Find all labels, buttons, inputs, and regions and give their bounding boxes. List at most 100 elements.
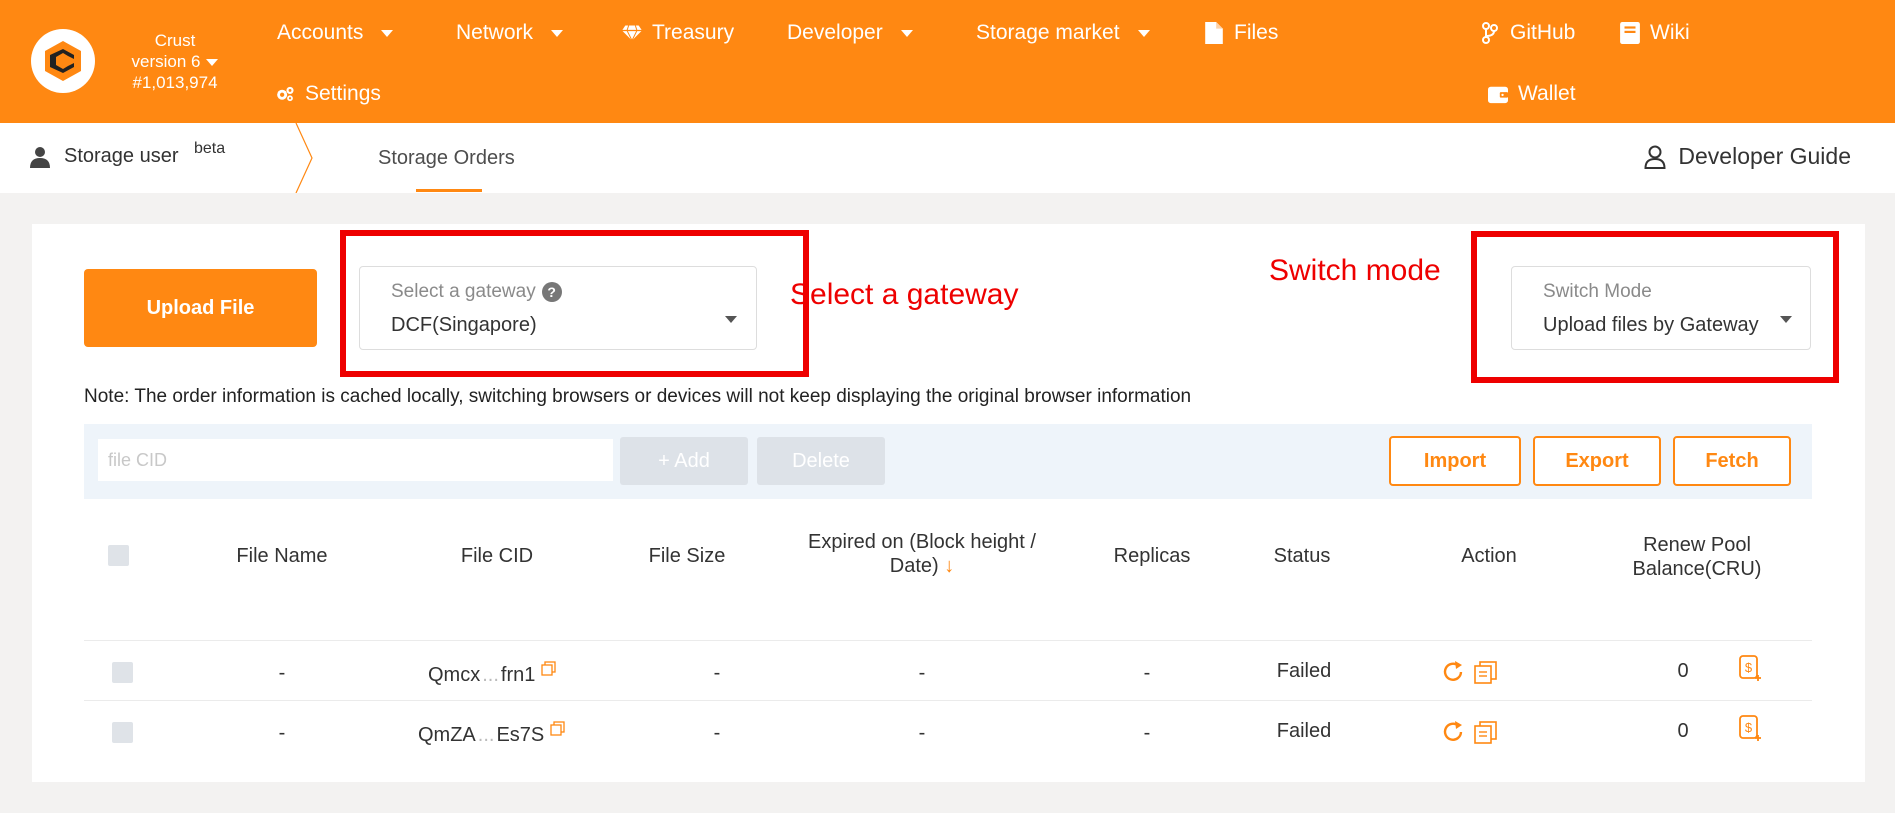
copy-icon[interactable] <box>541 660 557 677</box>
crust-logo[interactable] <box>31 29 95 93</box>
row-balance: 0 <box>1677 720 1689 742</box>
code-branch-icon <box>1482 22 1498 44</box>
nav-wallet-label: Wallet <box>1518 82 1576 105</box>
col-replicas[interactable]: Replicas <box>1072 544 1232 568</box>
col-status[interactable]: Status <box>1222 544 1382 568</box>
nav-treasury[interactable]: Treasury <box>622 18 734 48</box>
nav-network[interactable]: Network <box>456 18 564 48</box>
upload-file-button[interactable]: Upload File <box>84 269 317 347</box>
storage-orders-panel: Upload File Select a gateway ? DCF(Singa… <box>32 224 1865 782</box>
nav-files[interactable]: Files <box>1204 18 1278 48</box>
book-icon <box>1620 22 1640 44</box>
col-action: Action <box>1461 545 1517 567</box>
col-file-cid[interactable]: File CID <box>417 544 577 568</box>
add-button[interactable]: + Add <box>620 437 748 485</box>
storage-user-section[interactable]: Storage user <box>30 145 179 168</box>
export-button[interactable]: Export <box>1533 436 1661 486</box>
row-status: Failed <box>1276 720 1332 742</box>
annotation-box-mode <box>1471 231 1839 383</box>
user-outline-icon <box>1644 145 1666 169</box>
user-icon <box>30 146 50 168</box>
file-cid-input[interactable] <box>98 439 613 481</box>
row-file-size: - <box>713 722 721 744</box>
col-renew-pool-balance[interactable]: Renew Pool Balance(CRU) <box>1607 533 1787 581</box>
nav-network-label: Network <box>456 21 534 44</box>
storage-user-label: Storage user <box>64 145 179 167</box>
row-replicas: - <box>1143 722 1151 744</box>
copy-icon[interactable] <box>550 720 566 737</box>
nav-settings-label: Settings <box>305 82 381 105</box>
tab-storage-orders[interactable]: Storage Orders <box>378 147 515 170</box>
nav-wallet[interactable]: Wallet <box>1488 79 1576 109</box>
chevron-down-icon <box>551 29 564 37</box>
renew-dollar-icon[interactable]: $ <box>1739 655 1761 683</box>
row-file-name: - <box>278 662 286 684</box>
nav-accounts-label: Accounts <box>277 21 364 44</box>
nav-wiki-label: Wiki <box>1650 21 1690 44</box>
svg-text:$: $ <box>1745 660 1753 675</box>
annotation-box-gateway <box>340 230 809 377</box>
row-status: Failed <box>1276 660 1332 682</box>
top-navbar: Crust version 6 #1,013,974 Accounts Netw… <box>0 0 1895 123</box>
copy-order-icon[interactable] <box>1473 721 1499 745</box>
nav-accounts[interactable]: Accounts <box>277 18 394 48</box>
col-renew-line1: Renew Pool <box>1643 534 1751 556</box>
chevron-down-icon <box>381 29 394 37</box>
sub-navbar: Storage user beta Storage Orders Develop… <box>0 123 1895 193</box>
chain-selector[interactable]: Crust version 6 #1,013,974 <box>110 30 240 93</box>
annotation-text-gateway: Select a gateway <box>790 278 1019 311</box>
renew-dollar-icon[interactable]: $ <box>1739 715 1761 743</box>
block-number: #1,013,974 <box>132 73 218 92</box>
select-all-checkbox[interactable] <box>108 545 129 566</box>
row-balance: 0 <box>1677 660 1689 682</box>
annotation-text-mode: Switch mode <box>1269 254 1441 287</box>
cid-start: QmZA <box>418 724 476 746</box>
beta-badge: beta <box>194 140 226 157</box>
sort-arrow-down-icon[interactable]: ↓ <box>944 555 954 577</box>
nav-wiki[interactable]: Wiki <box>1620 18 1690 48</box>
orders-toolbar: + Add Delete Import Export Fetch <box>84 424 1812 499</box>
svg-text:$: $ <box>1745 720 1753 735</box>
refresh-icon[interactable] <box>1440 719 1466 745</box>
refresh-icon[interactable] <box>1440 659 1466 685</box>
nav-storage-market-label: Storage market <box>976 21 1120 44</box>
row-expired: - <box>918 722 926 744</box>
col-expired-on-line1: Expired on (Block height / <box>808 531 1036 553</box>
delete-button[interactable]: Delete <box>757 437 885 485</box>
developer-guide-label: Developer Guide <box>1678 143 1851 169</box>
import-button[interactable]: Import <box>1389 436 1521 486</box>
fetch-button[interactable]: Fetch <box>1673 436 1791 486</box>
cid-start: Qmcx <box>428 664 481 686</box>
chain-version: version 6 <box>131 52 201 71</box>
copy-order-icon[interactable] <box>1473 661 1499 685</box>
col-renew-line2: Balance(CRU) <box>1632 558 1762 580</box>
nav-storage-market[interactable]: Storage market <box>976 18 1150 48</box>
row-replicas: - <box>1143 662 1151 684</box>
cid-end: Es7S <box>496 724 545 746</box>
col-expired-on-line2: Date) <box>889 555 939 577</box>
col-expired-on[interactable]: Expired on (Block height / Date) ↓ <box>772 530 1072 578</box>
cogs-icon <box>277 86 294 102</box>
nav-files-label: Files <box>1234 21 1279 44</box>
row-file-cid: Qmcx... frn1 <box>428 660 557 687</box>
col-file-name[interactable]: File Name <box>202 544 362 568</box>
nav-settings[interactable]: Settings <box>275 79 381 109</box>
chevron-down-icon <box>900 29 913 37</box>
nav-developer[interactable]: Developer <box>787 18 913 48</box>
row-file-cid: QmZA... Es7S <box>418 720 566 747</box>
nav-treasury-label: Treasury <box>652 21 735 44</box>
cache-note: Note: The order information is cached lo… <box>84 386 1192 407</box>
gem-icon <box>622 25 642 42</box>
wallet-icon <box>1488 86 1508 104</box>
cid-ellipsis: ... <box>482 664 499 686</box>
developer-guide-link[interactable]: Developer Guide <box>1644 143 1851 170</box>
row-expired: - <box>918 662 926 684</box>
col-file-size[interactable]: File Size <box>607 544 767 568</box>
row-checkbox[interactable] <box>112 722 133 743</box>
cid-end: frn1 <box>500 664 536 686</box>
breadcrumb-separator <box>295 123 313 193</box>
nav-github[interactable]: GitHub <box>1480 18 1575 48</box>
row-checkbox[interactable] <box>112 662 133 683</box>
chevron-down-icon <box>206 59 219 67</box>
cid-ellipsis: ... <box>477 724 495 746</box>
